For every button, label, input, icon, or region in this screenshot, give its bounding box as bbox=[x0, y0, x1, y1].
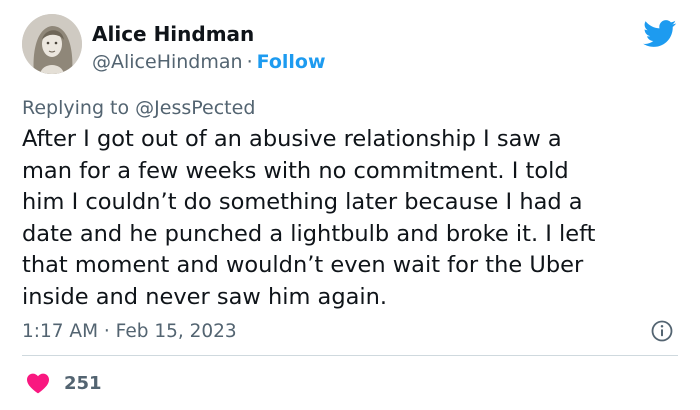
like-count: 251 bbox=[64, 372, 102, 394]
author-handle[interactable]: @AliceHindman bbox=[92, 51, 243, 73]
reply-context: Replying to @JessPected bbox=[22, 96, 255, 120]
info-icon[interactable] bbox=[650, 319, 674, 343]
twitter-bird-icon[interactable] bbox=[643, 20, 677, 48]
tweet-text-line: man for a few weeks with no commitment. … bbox=[22, 157, 569, 184]
follow-button[interactable]: Follow bbox=[257, 51, 326, 73]
author-handle-row: @AliceHindman · Follow bbox=[92, 50, 326, 74]
heart-icon bbox=[27, 373, 49, 394]
tweet-text-line: After I got out of an abusive relationsh… bbox=[22, 126, 562, 152]
tweet-timestamp[interactable]: 1:17 AM · Feb 15, 2023 bbox=[22, 320, 237, 344]
tweet-text-line: him I couldn’t do something later becaus… bbox=[22, 189, 583, 215]
like-button[interactable]: 251 bbox=[26, 370, 102, 396]
divider bbox=[22, 355, 678, 356]
reply-handle-link[interactable]: @JessPected bbox=[135, 97, 255, 119]
tweet-text-line: inside and never saw him again. bbox=[22, 283, 388, 310]
reply-prefix: Replying to bbox=[22, 97, 130, 119]
tweet-card: Alice Hindman @AliceHindman · Follow Reply… bbox=[0, 0, 700, 410]
separator-dot: · bbox=[246, 51, 253, 73]
author-name[interactable]: Alice Hindman bbox=[92, 22, 254, 46]
tweet-text-line: date and he punched a lightbulb and brok… bbox=[22, 220, 596, 247]
tweet-text-line: that moment and wouldn’t even wait for t… bbox=[22, 252, 584, 278]
avatar[interactable] bbox=[22, 14, 82, 74]
tweet-text: After I got out of an abusive relationsh… bbox=[22, 124, 682, 313]
avatar-illustration bbox=[22, 14, 82, 74]
